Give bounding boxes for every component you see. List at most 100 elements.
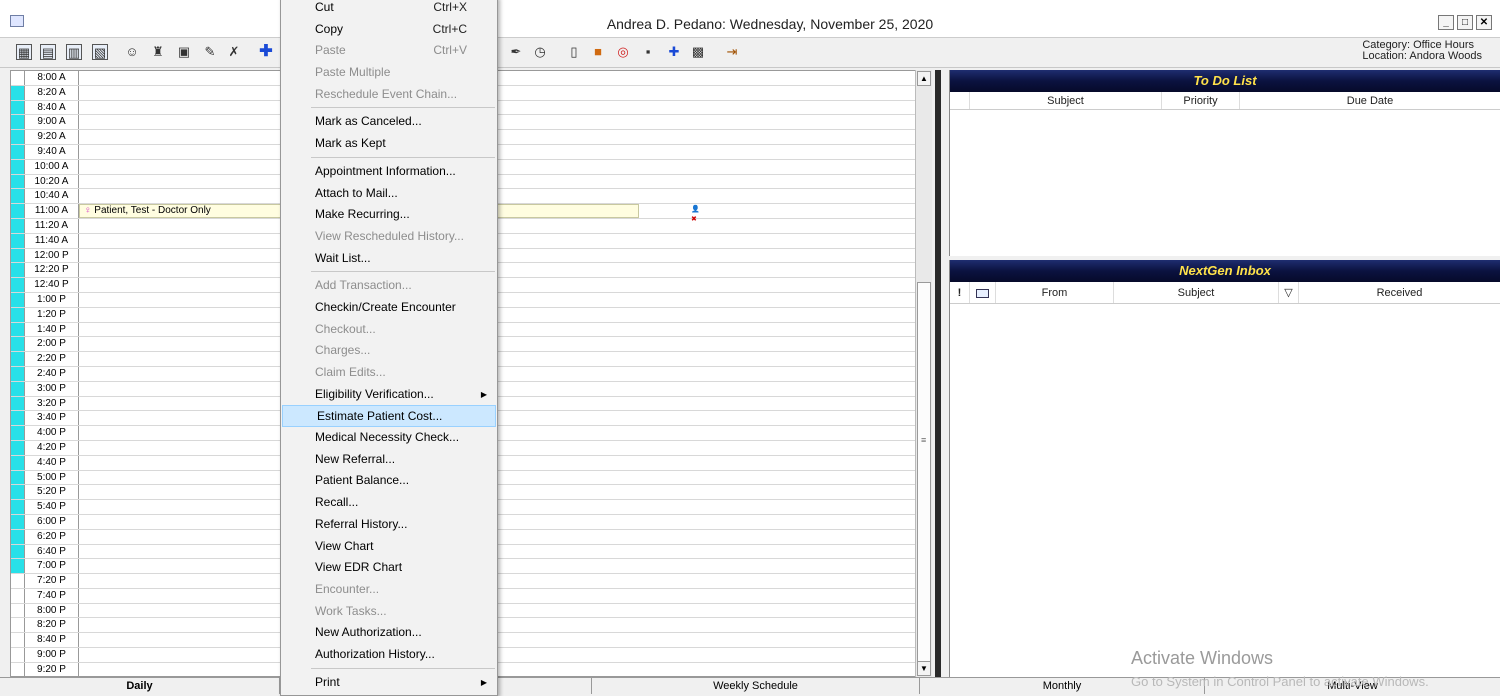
slot-body[interactable]	[79, 559, 929, 573]
slot-body[interactable]	[79, 663, 929, 676]
menu-item-view-chart[interactable]: View Chart	[281, 536, 497, 558]
slot-body[interactable]	[79, 545, 929, 559]
menu-item-estimate-patient-cost[interactable]: Estimate Patient Cost...	[282, 405, 496, 428]
menu-item-work-tasks[interactable]: Work Tasks...	[281, 601, 497, 623]
menu-item-appointment-information[interactable]: Appointment Information...	[281, 161, 497, 183]
slot-body[interactable]	[79, 456, 929, 470]
slot-body[interactable]	[79, 530, 929, 544]
menu-item-patient-balance[interactable]: Patient Balance...	[281, 470, 497, 492]
schedule-scrollbar[interactable]: ▲ ≡ ▼	[915, 70, 932, 677]
slot-body[interactable]	[79, 485, 929, 499]
slot-body[interactable]	[79, 604, 929, 618]
edit-appointment-icon[interactable]: ✎	[202, 44, 218, 60]
slot-body[interactable]	[79, 618, 929, 632]
tab-weekly-schedule[interactable]: Weekly Schedule	[592, 678, 920, 694]
slot-body[interactable]	[79, 411, 929, 425]
slot-body[interactable]	[79, 219, 929, 233]
slot-body[interactable]	[79, 130, 929, 144]
todo-col-due-date[interactable]: Due Date	[1240, 92, 1500, 109]
menu-item-paste[interactable]: Paste Ctrl+V	[281, 40, 497, 62]
resource-icon[interactable]: ♜	[150, 44, 166, 60]
menu-item-referral-history[interactable]: Referral History...	[281, 514, 497, 536]
add-icon[interactable]: ✚	[258, 44, 274, 60]
week-view-icon[interactable]: ▤	[40, 44, 56, 60]
scroll-down-icon[interactable]: ▼	[917, 661, 931, 676]
card-icon[interactable]: ▪	[640, 44, 656, 60]
slot-body[interactable]	[79, 574, 929, 588]
menu-item-new-referral[interactable]: New Referral...	[281, 449, 497, 471]
slot-body[interactable]	[79, 589, 929, 603]
pen-icon[interactable]: ✒	[508, 44, 524, 60]
menu-item-new-authorization[interactable]: New Authorization...	[281, 622, 497, 644]
lifebuoy-icon[interactable]: ◎	[615, 44, 631, 60]
slot-body[interactable]	[79, 293, 929, 307]
menu-item-mark-as-kept[interactable]: Mark as Kept	[281, 133, 497, 155]
slot-body[interactable]	[79, 145, 929, 159]
close-button[interactable]: ✕	[1476, 15, 1492, 30]
slot-body[interactable]	[79, 352, 929, 366]
menu-item-paste-multiple[interactable]: Paste Multiple	[281, 62, 497, 84]
cabinet-icon[interactable]: ▩	[690, 44, 706, 60]
slot-body[interactable]	[79, 71, 929, 85]
slot-body[interactable]	[79, 86, 929, 100]
menu-item-eligibility-verification[interactable]: Eligibility Verification... ▶	[281, 384, 497, 406]
menu-item-wait-list[interactable]: Wait List...	[281, 248, 497, 270]
scroll-thumb[interactable]: ≡	[917, 282, 931, 662]
menu-item-recall[interactable]: Recall...	[281, 492, 497, 514]
appointment-status-icon[interactable]: 👤✖	[691, 205, 705, 223]
slot-body[interactable]	[79, 278, 929, 292]
slot-body[interactable]	[79, 515, 929, 529]
menu-item-print[interactable]: Print ▶	[281, 672, 497, 694]
day-view-icon[interactable]: ▦	[16, 44, 32, 60]
maximize-button[interactable]: □	[1457, 15, 1473, 30]
calendar-icon[interactable]: ▣	[176, 44, 192, 60]
menu-item-checkin-create-encounter[interactable]: Checkin/Create Encounter	[281, 297, 497, 319]
slot-body[interactable]	[79, 160, 929, 174]
tab-daily[interactable]: Daily	[0, 678, 280, 694]
slot-body[interactable]	[79, 397, 929, 411]
slot-body[interactable]	[79, 308, 929, 322]
slot-body[interactable]	[79, 249, 929, 263]
slot-body[interactable]	[79, 189, 929, 203]
menu-item-make-recurring[interactable]: Make Recurring...	[281, 204, 497, 226]
cancel-appointment-icon[interactable]: ✗	[226, 44, 242, 60]
slot-body[interactable]	[79, 175, 929, 189]
inbox-col-priority[interactable]: !	[950, 282, 970, 303]
menu-item-medical-necessity-check[interactable]: Medical Necessity Check...	[281, 427, 497, 449]
slot-body[interactable]	[79, 337, 929, 351]
slot-body[interactable]	[79, 648, 929, 662]
slot-body[interactable]	[79, 441, 929, 455]
menu-item-view-edr-chart[interactable]: View EDR Chart	[281, 557, 497, 579]
slot-body[interactable]	[79, 500, 929, 514]
slot-body[interactable]	[79, 382, 929, 396]
inbox-col-received[interactable]: Received	[1299, 282, 1500, 303]
scroll-up-icon[interactable]: ▲	[917, 71, 931, 86]
menu-item-view-rescheduled-history[interactable]: View Rescheduled History...	[281, 226, 497, 248]
pane-splitter[interactable]	[933, 70, 941, 677]
slot-body[interactable]	[79, 323, 929, 337]
inbox-col-subject[interactable]: Subject	[1114, 282, 1279, 303]
minimize-button[interactable]: _	[1438, 15, 1454, 30]
menu-item-encounter[interactable]: Encounter...	[281, 579, 497, 601]
menu-item-copy[interactable]: Copy Ctrl+C	[281, 19, 497, 41]
todo-col-priority[interactable]: Priority	[1162, 92, 1240, 109]
sort-desc-icon[interactable]: ▽	[1279, 282, 1299, 303]
inbox-col-attachment[interactable]	[970, 282, 996, 303]
month-view-icon[interactable]: ▥	[66, 44, 82, 60]
menu-item-checkout[interactable]: Checkout...	[281, 319, 497, 341]
inbox-col-from[interactable]: From	[996, 282, 1114, 303]
book-icon[interactable]: ■	[590, 44, 606, 60]
slot-body[interactable]	[79, 471, 929, 485]
exit-icon[interactable]: ⇥	[724, 44, 740, 60]
menu-item-add-transaction[interactable]: Add Transaction...	[281, 275, 497, 297]
medical-cross-icon[interactable]: ✚	[666, 44, 682, 60]
document-icon[interactable]: ▯	[566, 44, 582, 60]
menu-item-reschedule-event-chain[interactable]: Reschedule Event Chain...	[281, 84, 497, 106]
people-icon[interactable]: ☺	[124, 44, 140, 60]
slot-body[interactable]	[79, 101, 929, 115]
slot-body[interactable]	[79, 633, 929, 647]
menu-item-cut[interactable]: Cut Ctrl+X	[281, 0, 497, 19]
slot-body[interactable]	[79, 234, 929, 248]
slot-body[interactable]	[79, 426, 929, 440]
multi-view-icon[interactable]: ▧	[92, 44, 108, 60]
